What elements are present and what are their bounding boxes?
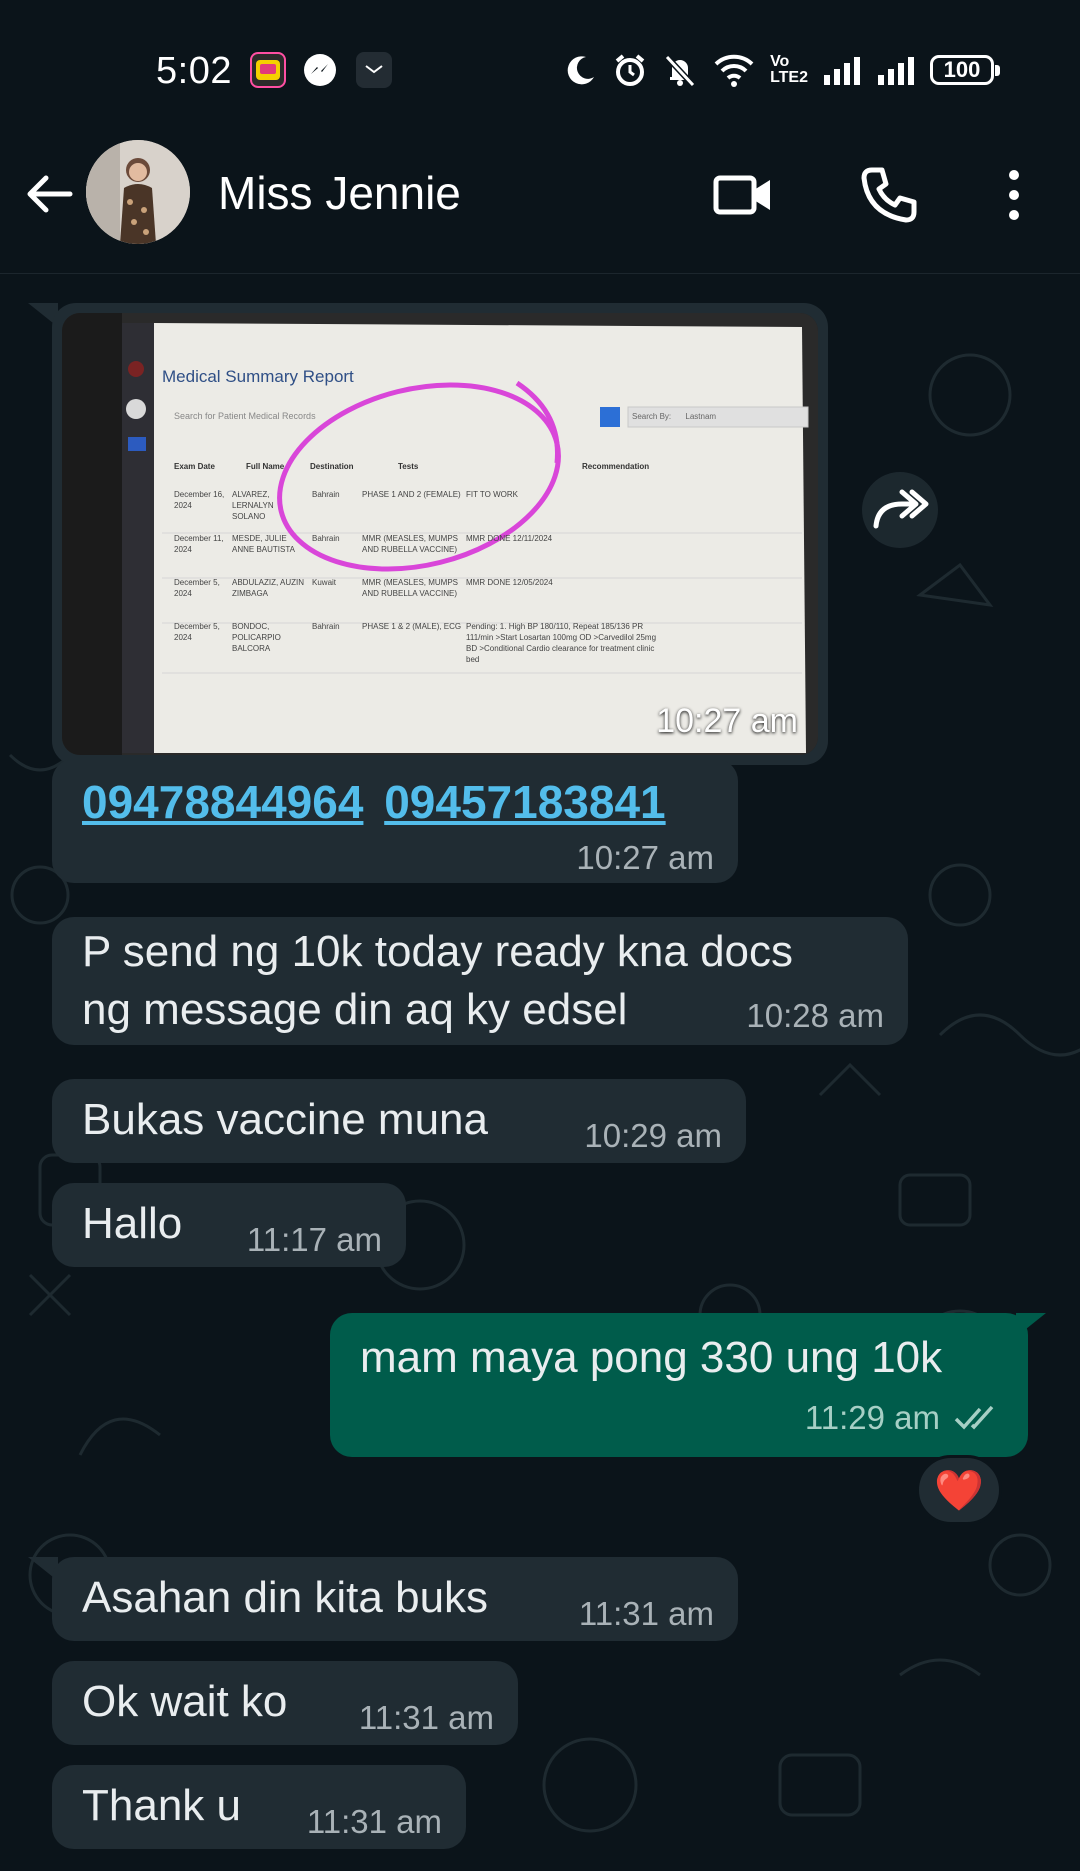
report-row-3: December 5, 2024 ABDULAZIZ, AUZIN ZIMBAG… [166,577,806,621]
signal-icon-2 [878,57,914,85]
message-incoming[interactable]: Asahan din kita buks 11:31 am [52,1557,738,1641]
forward-button[interactable] [862,472,938,548]
volte-indicator: Vo LTE2 [770,54,808,86]
cell: MMR DONE 12/11/2024 [466,534,553,543]
report-row-1: December 16, 2024 ALVAREZ, LERNALYN SOLA… [166,489,806,533]
message-text: Bukas vaccine muna [82,1095,488,1144]
message-incoming[interactable]: Bukas vaccine muna 10:29 am [52,1079,746,1163]
cell: Pending: 1. High BP 180/110, Repeat 185/… [466,622,657,664]
cell: December 5, 2024 [174,622,220,642]
message-text: Asahan din kita buks [82,1573,489,1622]
report-table: Exam Date Full Name Destination Tests Re… [166,459,806,691]
contact-name[interactable]: Miss Jennie [218,166,461,220]
battery-indicator: 100 [930,55,1000,85]
message-time: 10:29 am [584,1117,722,1154]
col-recommendation: Recommendation [582,462,650,471]
status-time: 5:02 [156,50,232,92]
cell: PHASE 1 AND 2 (FEMALE) [362,490,461,499]
moon-icon [567,56,595,85]
report-search-placeholder: Search for Patient Medical Records [174,411,316,421]
report-header-row: Exam Date Full Name Destination Tests Re… [166,459,806,489]
col-full-name: Full Name [246,462,285,471]
back-arrow-icon[interactable] [22,166,78,222]
col-tests: Tests [398,462,419,471]
more-options-icon[interactable] [981,162,1047,228]
message-time: 11:17 am [246,1221,382,1258]
message-text-line: ng message din aq ky edsel [82,985,628,1034]
cell: Bahrain [312,534,340,543]
chat-header: Miss Jennie [0,140,1080,274]
cell: Bahrain [312,622,340,631]
message-text: Hallo [82,1199,183,1248]
link-row: 09478844964 09457183841 [82,773,666,831]
report-title: Medical Summary Report [162,367,354,386]
image-preview[interactable]: Medical Summary Report Search for Patien… [62,313,818,755]
report-row-2: December 11, 2024 MESDE, JULIE ANNE BAUT… [166,533,806,577]
cell: FIT TO WORK [466,490,519,499]
cell: ABDULAZIZ, AUZIN ZIMBAGA [232,578,305,598]
mail-notification-icon [356,52,392,88]
message-time: 11:31 am [358,1699,494,1736]
cell: December 16, 2024 [174,490,225,510]
message-time: 10:27 am [576,839,714,876]
bubble-tail [1016,1313,1046,1337]
image-bubble[interactable]: Medical Summary Report Search for Patien… [52,303,828,765]
cell: MMR (MEASLES, MUMPS AND RUBELLA VACCINE) [362,534,459,554]
cell: Kuwait [312,578,337,587]
col-destination: Destination [310,462,354,471]
wifi-icon [714,54,754,87]
cell: December 5, 2024 [174,578,220,598]
cell: December 11, 2024 [174,534,224,554]
message-text: Thank u [82,1781,241,1830]
cell: MESDE, JULIE ANNE BAUTISTA [232,534,295,554]
contact-avatar[interactable] [86,140,190,244]
report-search-by-value: Lastnam [685,412,717,421]
cell: ALVAREZ, LERNALYN SOLANO [232,490,274,521]
messenger-icon [302,52,338,88]
cell: MMR DONE 12/05/2024 [466,578,553,587]
forward-icon [873,489,929,529]
message-time: 10:28 am [746,997,884,1034]
heart-reaction[interactable]: ❤️ [916,1455,1002,1525]
report-row-4: December 5, 2024 BONDOC, POLICARPIO BALC… [166,621,806,691]
message-time: 10:27 am [656,702,798,740]
message-text: mam maya pong 330 ung 10k [360,1333,943,1382]
cell: Bahrain [312,490,340,499]
message-time: 11:31 am [306,1803,442,1840]
message-outgoing[interactable]: mam maya pong 330 ung 10k 11:29 am [330,1313,1046,1457]
status-bar: 5:02 Vo LTE2 100 [0,0,1080,140]
message-time: 11:31 am [578,1595,714,1632]
message-incoming[interactable]: Ok wait ko 11:31 am [52,1661,518,1745]
message-time: 11:29 am [804,1399,940,1436]
lte-label: LTE2 [770,69,808,86]
col-exam-date: Exam Date [174,462,215,471]
signal-icon-1 [824,57,860,85]
message-links[interactable]: 09478844964 09457183841 10:27 am [52,759,738,883]
message-text-line: P send ng 10k today ready kna docs [82,927,794,976]
chat-area[interactable]: Medical Summary Report Search for Patien… [0,275,1080,1871]
status-indicators: Vo LTE2 100 [564,50,1000,90]
voice-call-icon[interactable] [856,162,922,228]
cell: BONDOC, POLICARPIO BALCORA [232,622,281,653]
phone-link[interactable]: 09457183841 [384,776,665,828]
double-check-icon [954,1405,994,1430]
report-search-by: Search By: Lastnam [632,412,716,421]
message-incoming[interactable]: Thank u 11:31 am [52,1765,466,1849]
video-call-icon[interactable] [710,162,776,228]
message-incoming[interactable]: Hallo 11:17 am [52,1183,406,1267]
cell: PHASE 1 & 2 (MALE), ECG [362,622,462,631]
volte-label: Vo [770,53,790,70]
message-text: Ok wait ko [82,1677,288,1726]
report-search-by-label: Search By: [632,412,672,421]
alarm-icon [615,54,645,86]
phone-link[interactable]: 09478844964 [82,776,363,828]
cell: MMR (MEASLES, MUMPS AND RUBELLA VACCINE) [362,578,459,598]
message-incoming[interactable]: P send ng 10k today ready kna docs ng me… [52,917,908,1045]
app-notification-icon [250,52,286,88]
muted-bell-icon [664,54,696,88]
